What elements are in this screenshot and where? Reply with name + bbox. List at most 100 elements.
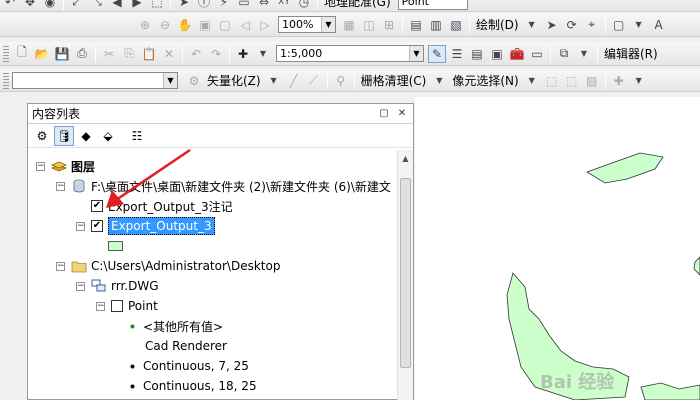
new-document-icon[interactable]: 🗋	[13, 45, 31, 63]
hyperlink-icon[interactable]: ⚡	[215, 0, 233, 11]
text-icon[interactable]: A	[650, 16, 668, 34]
page-back-icon[interactable]: ◁	[236, 16, 254, 34]
map-view[interactable]	[415, 97, 700, 400]
copy-icon[interactable]: ⎘	[120, 45, 138, 63]
toggle-draft-icon[interactable]: ▦	[340, 16, 358, 34]
fixed-zoom-icon[interactable]: ⤡	[88, 0, 106, 11]
chevron-down-icon[interactable]: ▼	[630, 72, 648, 90]
chevron-down-icon[interactable]: ▼	[630, 16, 648, 34]
options-icon[interactable]: ☷	[127, 126, 147, 146]
line-tool-icon[interactable]: ╱	[285, 72, 303, 90]
page-forward-icon[interactable]: ▷	[256, 16, 274, 34]
close-icon[interactable]: ✕	[395, 106, 409, 120]
legend-other-values[interactable]: <其他所有值>	[130, 316, 223, 336]
chevron-down-icon[interactable]: ▼	[254, 45, 272, 63]
legend-value-1[interactable]: Continuous, 7, 25	[130, 356, 249, 376]
select-elements-arrow-icon[interactable]: ➤	[543, 16, 561, 34]
editor-toolbar-icon[interactable]: ✎	[428, 44, 446, 63]
brush-icon[interactable]: ⟋	[305, 72, 323, 90]
undo-icon[interactable]: ↶	[187, 45, 205, 63]
refresh-icon[interactable]: ▧	[447, 16, 465, 34]
identify-icon[interactable]: ⓘ	[195, 0, 213, 11]
scrollbar-thumb[interactable]	[400, 178, 411, 368]
collapse-icon[interactable]: −	[76, 221, 85, 231]
globe-icon[interactable]: ◉	[41, 0, 59, 11]
fill-icon[interactable]: ▨	[583, 72, 601, 90]
collapse-icon[interactable]: −	[76, 281, 85, 291]
redo-icon[interactable]: ↷	[207, 45, 225, 63]
polygon-symbol-swatch[interactable]	[108, 241, 123, 251]
vertical-scrollbar[interactable]: ▲	[397, 150, 413, 400]
zoom-whole-page-icon[interactable]: ▣	[196, 16, 214, 34]
tree-node-selected-layer[interactable]: − ✔ Export_Output_3	[76, 216, 215, 236]
undo-icon[interactable]: ↶	[1, 0, 19, 11]
select-features-icon[interactable]: ⬚	[148, 0, 166, 11]
add-data-icon[interactable]: ✚	[234, 45, 252, 63]
cell-selection-menu[interactable]: 像元选择(N)	[449, 72, 521, 89]
page-zoom-out-icon[interactable]: ⊖	[156, 16, 174, 34]
list-by-selection-icon[interactable]: ⬙	[98, 126, 118, 146]
select-connected-cells-icon[interactable]: ⬚	[543, 72, 561, 90]
data-view-icon[interactable]: ▥	[427, 16, 445, 34]
toolbar-grip[interactable]	[3, 72, 9, 89]
table-of-contents-icon[interactable]: ☰	[448, 45, 466, 63]
list-by-drawing-order-icon[interactable]: ⚙	[32, 126, 52, 146]
pan-icon[interactable]: ✥	[21, 0, 39, 11]
chevron-down-icon[interactable]: ▼	[523, 16, 541, 34]
list-by-source-icon[interactable]: 🛢	[54, 125, 74, 146]
pin-icon[interactable]: ⚲	[332, 72, 350, 90]
legend-value-2[interactable]: Continuous, 18, 25	[130, 376, 257, 396]
raster-layer-combo[interactable]: ▼	[12, 72, 178, 89]
select-cells-icon[interactable]: ⬚	[563, 72, 581, 90]
list-by-visibility-icon[interactable]: ◆	[76, 126, 96, 146]
collapse-icon[interactable]: −	[36, 161, 45, 171]
catalog-icon[interactable]: ▤	[468, 45, 486, 63]
editor-menu[interactable]: 编辑器(R)	[601, 45, 661, 62]
zoom-to-selected-icon[interactable]: ⌖	[583, 16, 601, 34]
chevron-down-icon[interactable]: ▼	[575, 45, 593, 63]
chevron-down-icon[interactable]: ▼	[430, 72, 448, 90]
layer-visibility-checkbox[interactable]	[111, 300, 123, 312]
layout-view-icon[interactable]: ▤	[407, 16, 425, 34]
model-builder-icon[interactable]: ⧉	[555, 45, 573, 63]
change-layout-icon[interactable]: ⊞	[380, 16, 398, 34]
time-slider-icon[interactable]: ◷	[295, 0, 313, 11]
html-popup-icon[interactable]: ▭	[235, 0, 253, 11]
chevron-down-icon[interactable]: ▼	[265, 72, 283, 90]
measure-icon[interactable]: ⇔	[255, 0, 273, 11]
full-extent-icon[interactable]: ⤢	[68, 0, 86, 11]
scale-combo[interactable]: 1:5,000 ▼	[276, 45, 424, 62]
collapse-icon[interactable]: −	[96, 301, 105, 311]
crosshair-icon[interactable]: ✚	[610, 72, 628, 90]
forward-arrow-icon[interactable]: ▶	[128, 0, 146, 11]
draw-menu[interactable]: 绘制(D)	[473, 16, 522, 33]
georeferencing-menu[interactable]: 地理配准(G)	[321, 0, 394, 10]
layer-combo[interactable]: Point	[397, 0, 468, 10]
rectangle-icon[interactable]: ▢	[610, 16, 628, 34]
focus-frame-icon[interactable]: ◫	[360, 16, 378, 34]
cut-icon[interactable]: ✂	[100, 45, 118, 63]
save-icon[interactable]: 💾	[53, 45, 71, 63]
print-icon[interactable]: ⎙	[73, 45, 91, 63]
tree-node-point[interactable]: − Point	[96, 296, 158, 316]
tree-node-workspace-2[interactable]: − C:\Users\Administrator\Desktop	[56, 256, 280, 276]
delete-icon[interactable]: ✕	[160, 45, 178, 63]
rotate-icon[interactable]: ⟳	[563, 16, 581, 34]
vectorization-settings-icon[interactable]: ⚙	[185, 72, 203, 90]
chevron-down-icon[interactable]: ▼	[523, 72, 541, 90]
vectorization-menu[interactable]: 矢量化(Z)	[204, 72, 264, 89]
select-elements-icon[interactable]: ➤	[175, 0, 193, 11]
zoom-combo[interactable]: 100% ▼	[278, 16, 336, 33]
tree-node-dwg[interactable]: − rrr.DWG	[76, 276, 159, 296]
open-folder-icon[interactable]: 📂	[33, 45, 51, 63]
selected-layer-label[interactable]: Export_Output_3	[108, 217, 215, 235]
scroll-up-arrow-icon[interactable]: ▲	[398, 150, 413, 166]
paste-icon[interactable]: 📋	[140, 45, 158, 63]
tree-node-symbol[interactable]	[108, 236, 123, 256]
layer-visibility-checkbox[interactable]: ✔	[91, 220, 103, 232]
tree-node-layers[interactable]: − 图层	[36, 156, 95, 176]
zoom-100-icon[interactable]: ▢	[216, 16, 234, 34]
page-zoom-in-icon[interactable]: ⊕	[136, 16, 154, 34]
back-arrow-icon[interactable]: ◀	[108, 0, 126, 11]
page-pan-icon[interactable]: ✋	[176, 16, 194, 34]
